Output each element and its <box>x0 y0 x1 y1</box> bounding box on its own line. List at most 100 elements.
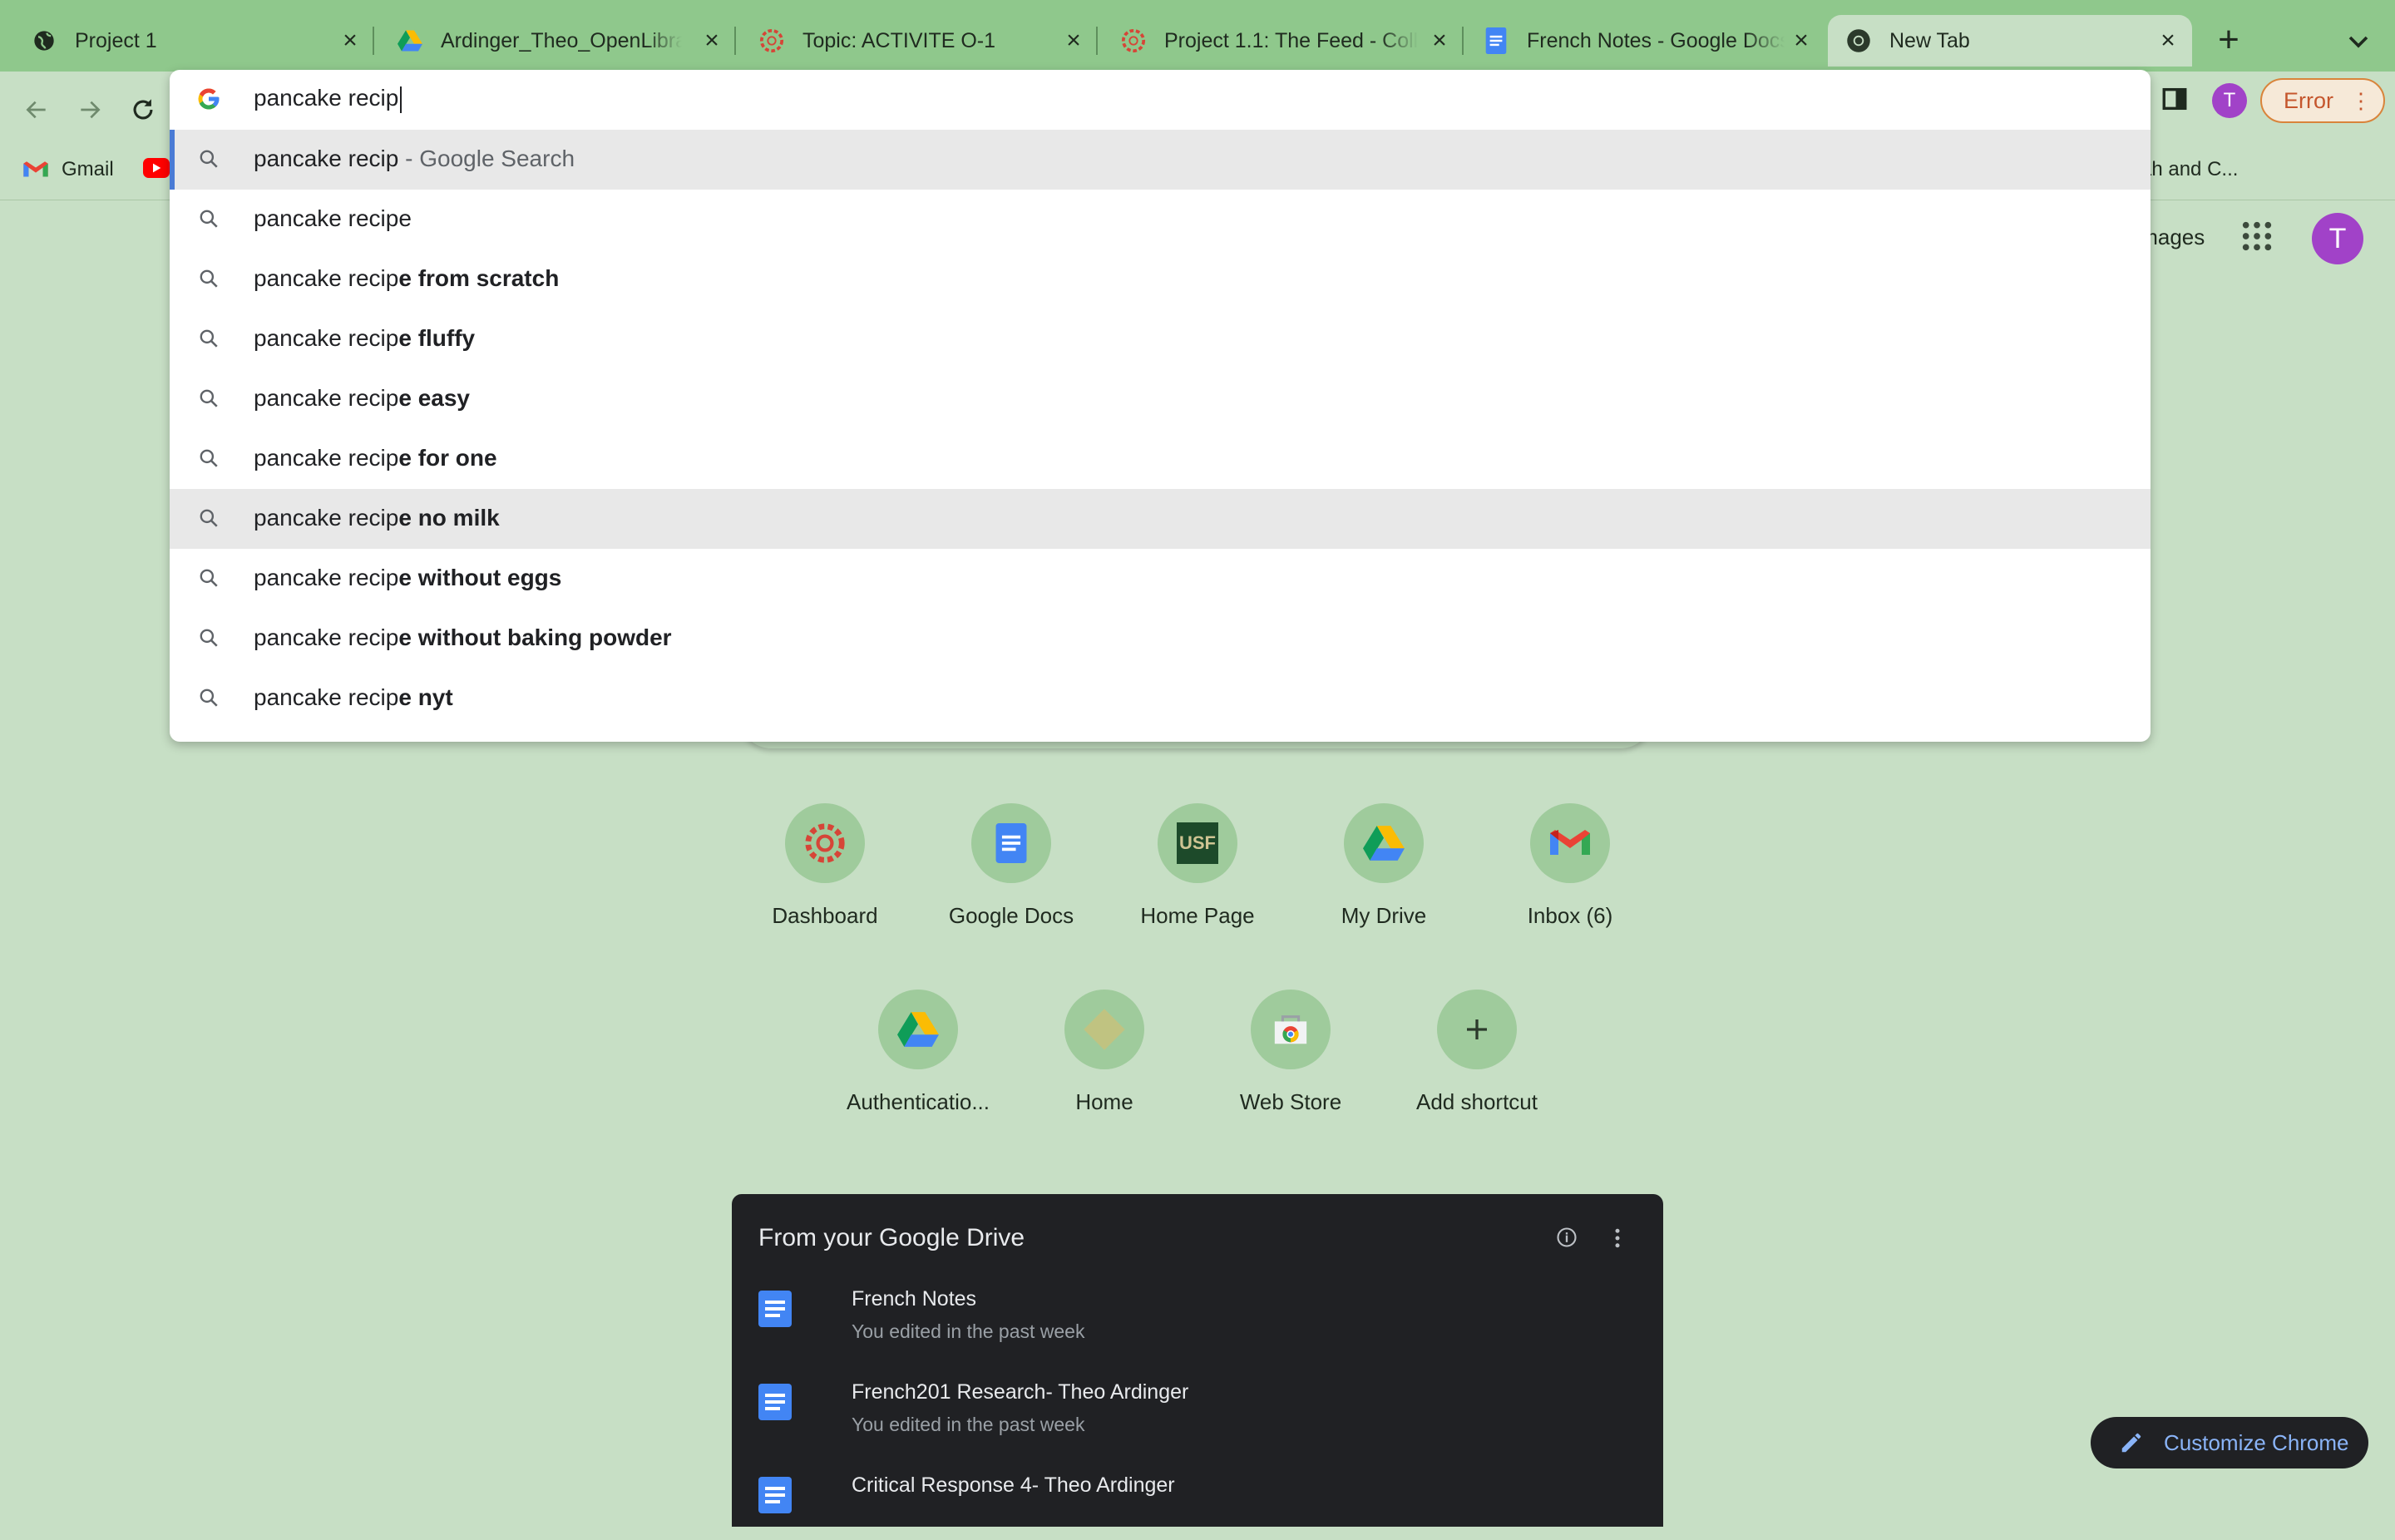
search-icon <box>198 507 221 531</box>
close-icon[interactable]: × <box>2156 27 2180 54</box>
suggestion-text: pancake recipe nyt <box>254 684 453 711</box>
suggestion-item[interactable]: pancake recipe without eggs <box>170 549 2151 609</box>
search-icon <box>198 627 221 650</box>
shortcut-web-store[interactable]: Web Store <box>1216 990 1365 1115</box>
customize-chrome-button[interactable]: Customize Chrome <box>2091 1417 2368 1468</box>
suggestion-completion: e without baking powder <box>398 624 672 650</box>
tab-ardinger-openlibrary[interactable]: Ardinger_Theo_OpenLibrary × <box>374 15 736 67</box>
drive-item-subtitle: You edited in the past week <box>852 1414 1085 1435</box>
suggestion-item[interactable]: pancake recipe from scratch <box>170 249 2151 309</box>
suggestion-item[interactable]: pancake recipe no milk <box>170 489 2151 549</box>
shortcut-label: Home <box>1075 1089 1133 1114</box>
info-icon[interactable] <box>1555 1226 1580 1251</box>
suggestion-item[interactable]: pancake recipe fluffy <box>170 309 2151 369</box>
side-panel-icon[interactable] <box>2160 85 2194 118</box>
tab-strip: Project 1 × Ardinger_Theo_OpenLibrary × … <box>0 0 2395 72</box>
profile-avatar[interactable]: T <box>2212 83 2247 118</box>
gmail-icon <box>23 161 48 177</box>
tab-title: Project 1.1: The Feed - Collab <box>1164 28 1418 52</box>
tab-project-feed[interactable]: Project 1.1: The Feed - Collab × <box>1098 15 1464 67</box>
tab-search-chevron-icon[interactable] <box>2342 25 2375 58</box>
bookmark-gmail[interactable]: Gmail <box>23 158 114 181</box>
search-icon <box>198 387 221 411</box>
omnibox-dropdown: pancake recip pancake recip - Google Sea… <box>170 70 2151 742</box>
tab-french-notes[interactable]: French Notes - Google Docs × <box>1464 15 1825 67</box>
search-icon <box>198 687 221 710</box>
omnibox-input[interactable]: pancake recip <box>170 70 2151 130</box>
reload-button[interactable] <box>123 90 163 130</box>
search-icon <box>198 208 221 231</box>
web-store-icon <box>1251 990 1331 1069</box>
shortcut-label: Add shortcut <box>1416 1089 1538 1114</box>
tab-project-1[interactable]: Project 1 × <box>0 15 374 67</box>
suggestion-text: pancake recipe for one <box>254 445 497 471</box>
youtube-icon[interactable] <box>143 158 170 178</box>
suggestion-item[interactable]: pancake recipe nyt <box>170 669 2151 728</box>
drive-item[interactable]: Critical Response 4- Theo Ardinger <box>758 1473 1632 1540</box>
shortcut-authentication[interactable]: Authenticatio... <box>843 990 993 1115</box>
suggestion-item[interactable]: pancake recipe for one <box>170 429 2151 489</box>
more-vert-icon[interactable] <box>1612 1226 1623 1251</box>
suggestion-item[interactable]: pancake recipe <box>170 190 2151 249</box>
drive-item[interactable]: French201 Research- Theo Ardinger You ed… <box>758 1380 1632 1447</box>
globe-icon <box>32 28 57 53</box>
tab-topic-activite[interactable]: Topic: ACTIVITE O-1 × <box>736 15 1098 67</box>
search-icon <box>198 328 221 351</box>
close-icon[interactable]: × <box>1789 27 1814 54</box>
suggestion-completion: e without eggs <box>398 565 562 590</box>
suggestion-query: pancake recip <box>254 505 399 531</box>
plus-icon <box>1437 990 1517 1069</box>
suggestion-text: pancake recipe <box>254 205 412 232</box>
suggestion-query: pancake recip <box>254 565 399 590</box>
tab-title: Topic: ACTIVITE O-1 <box>802 28 996 52</box>
omnibox-query-text: pancake recip <box>254 85 399 111</box>
suggestion-completion: e for one <box>398 445 497 471</box>
suggestion-text: pancake recipe from scratch <box>254 265 559 292</box>
drive-item-name: French Notes <box>852 1287 977 1310</box>
google-drive-icon <box>1344 803 1424 883</box>
shortcut-home-page[interactable]: USF Home Page <box>1123 803 1272 929</box>
suggestion-completion: e from scratch <box>398 265 560 291</box>
new-tab-button[interactable]: + <box>2212 22 2245 58</box>
forward-button[interactable] <box>70 90 110 130</box>
close-icon[interactable]: × <box>699 27 724 54</box>
back-button[interactable] <box>17 90 57 130</box>
search-icon <box>198 447 221 471</box>
back-arrow-icon <box>26 101 46 119</box>
google-docs-icon <box>758 1291 792 1327</box>
suggestion-item[interactable]: pancake recipe easy <box>170 369 2151 429</box>
bookmark-truncated[interactable]: ah and C... <box>2141 158 2238 181</box>
error-button[interactable]: Error ⋮ <box>2260 78 2385 123</box>
google-docs-icon <box>758 1477 792 1513</box>
home-diamond-icon <box>1064 990 1144 1069</box>
text-cursor <box>400 86 402 113</box>
shortcut-label: Authenticatio... <box>847 1089 990 1114</box>
tab-title: French Notes - Google Docs <box>1527 28 1785 52</box>
account-avatar[interactable]: T <box>2312 213 2363 264</box>
shortcut-inbox[interactable]: Inbox (6) <box>1495 803 1645 929</box>
suggestion-query: pancake recip <box>254 445 399 471</box>
shortcut-my-drive[interactable]: My Drive <box>1309 803 1459 929</box>
suggestion-item[interactable]: pancake recipe without baking powder <box>170 609 2151 669</box>
drive-item[interactable]: French Notes You edited in the past week <box>758 1287 1632 1354</box>
suggestion-query: pancake recip <box>254 684 399 710</box>
suggestion-text: pancake recipe without eggs <box>254 565 561 591</box>
suggestion-query: pancake recip <box>254 265 399 291</box>
forward-arrow-icon <box>81 101 101 119</box>
close-icon[interactable]: × <box>338 27 363 54</box>
suggestion-hint: - Google Search <box>398 146 575 171</box>
shortcut-google-docs[interactable]: Google Docs <box>936 803 1086 929</box>
close-icon[interactable]: × <box>1061 27 1086 54</box>
tab-new-tab[interactable]: New Tab × <box>1828 15 2192 67</box>
close-icon[interactable]: × <box>1427 27 1452 54</box>
bookmark-label: Gmail <box>62 158 114 180</box>
shortcut-home[interactable]: Home <box>1030 990 1179 1115</box>
suggestion-completion: e <box>398 205 412 231</box>
google-apps-icon[interactable] <box>2240 220 2274 253</box>
suggestion-google-search[interactable]: pancake recip - Google Search <box>170 130 2151 190</box>
shortcut-dashboard[interactable]: Dashboard <box>750 803 900 929</box>
tab-title: Project 1 <box>75 28 157 52</box>
omnibox-query: pancake recip <box>254 85 402 113</box>
shortcut-add[interactable]: Add shortcut <box>1402 990 1552 1115</box>
suggestion-completion: e no milk <box>398 505 500 531</box>
